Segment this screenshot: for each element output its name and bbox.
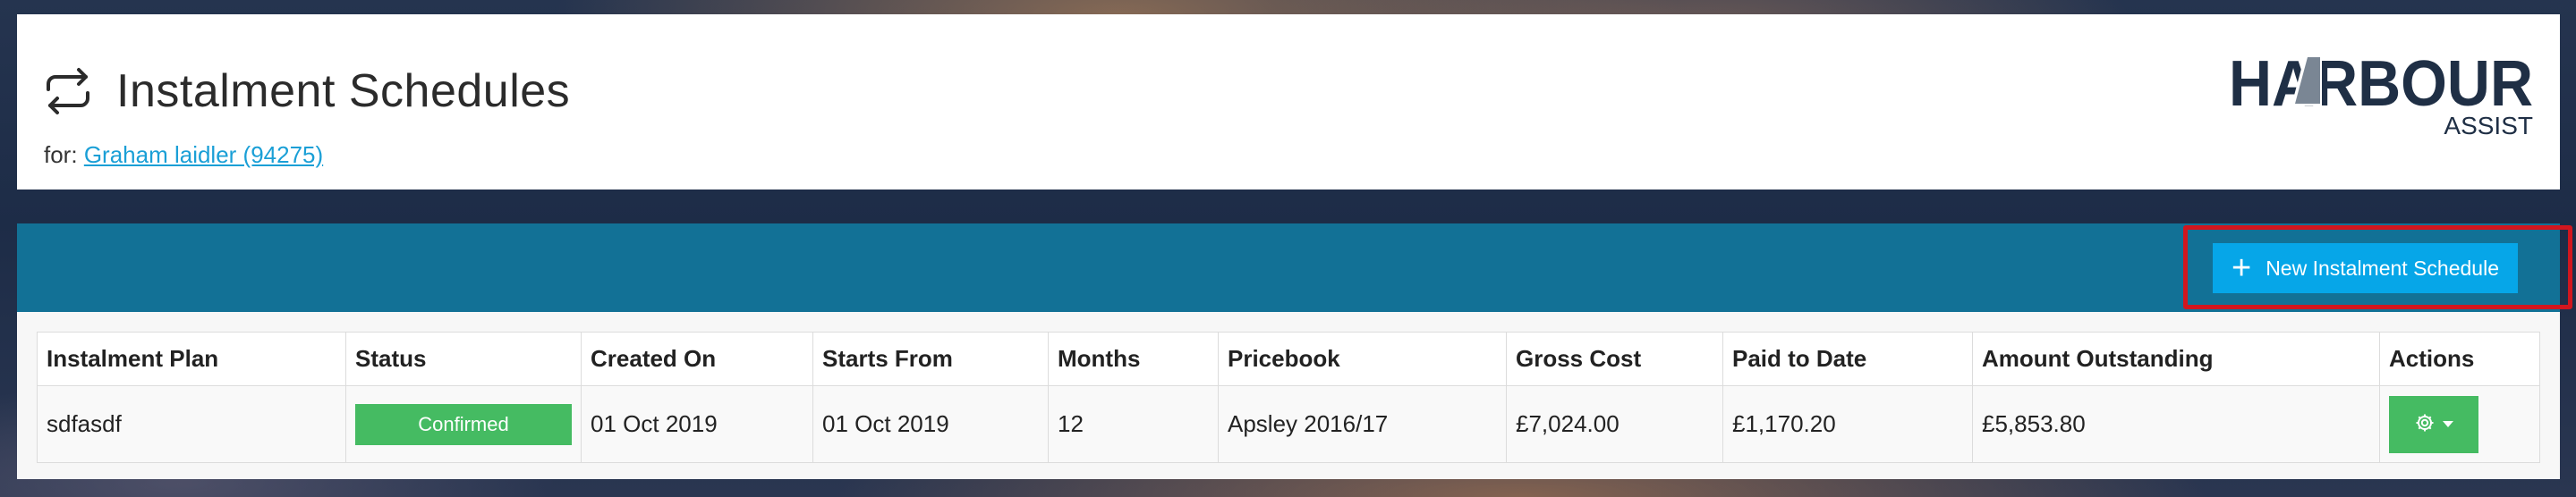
client-line: for: Graham laidler (94275) — [44, 141, 323, 169]
pricebook-cell: Apsley 2016/17 — [1218, 385, 1507, 463]
months-cell: 12 — [1048, 385, 1219, 463]
status-cell: Confirmed — [345, 385, 582, 463]
column-header[interactable]: Created On — [581, 332, 813, 386]
harbour-assist-logo: HARBOUR ASSIST — [2229, 45, 2533, 143]
status-badge: Confirmed — [355, 403, 572, 445]
refresh-cycle-icon — [41, 64, 95, 118]
column-header[interactable]: Starts From — [812, 332, 1049, 386]
chevron-down-icon — [2443, 421, 2453, 427]
new-instalment-schedule-button[interactable]: + New Instalment Schedule — [2213, 243, 2518, 293]
page-title: Instalment Schedules — [116, 65, 571, 117]
title-row: Instalment Schedules — [41, 64, 570, 118]
row-actions-button[interactable] — [2389, 395, 2478, 453]
column-header[interactable]: Amount Outstanding — [1972, 332, 2380, 386]
toolbar: + New Instalment Schedule — [17, 223, 2572, 312]
for-label: for: — [44, 141, 78, 168]
column-header[interactable]: Pricebook — [1218, 332, 1507, 386]
table-header-row: Instalment Plan Status Created On Starts… — [37, 332, 2540, 386]
column-header: Actions — [2379, 332, 2540, 386]
created-on-cell: 01 Oct 2019 — [581, 385, 813, 463]
amount-outstanding-cell: £5,853.80 — [1972, 385, 2380, 463]
logo-main-text: HARBOUR — [2229, 48, 2533, 120]
client-link[interactable]: Graham laidler (94275) — [84, 141, 323, 168]
plan-cell: sdfasdf — [37, 385, 346, 463]
column-header[interactable]: Gross Cost — [1506, 332, 1723, 386]
column-header[interactable]: Status — [345, 332, 582, 386]
table-row: sdfasdf Confirmed 01 Oct 2019 01 Oct 201… — [37, 385, 2540, 463]
plus-icon: + — [2231, 249, 2252, 287]
column-header[interactable]: Months — [1048, 332, 1219, 386]
logo-sub-text: ASSIST — [2444, 112, 2533, 139]
schedules-table: Instalment Plan Status Created On Starts… — [37, 332, 2540, 463]
schedules-panel: + New Instalment Schedule Instalment Pla… — [17, 223, 2572, 479]
new-button-label: New Instalment Schedule — [2266, 256, 2499, 280]
paid-to-date-cell: £1,170.20 — [1722, 385, 1973, 463]
gear-icon — [2414, 412, 2436, 436]
page-header: Instalment Schedules for: Graham laidler… — [17, 14, 2560, 190]
column-header[interactable]: Paid to Date — [1722, 332, 1973, 386]
gross-cost-cell: £7,024.00 — [1506, 385, 1723, 463]
starts-from-cell: 01 Oct 2019 — [812, 385, 1049, 463]
actions-cell — [2379, 385, 2540, 463]
column-header[interactable]: Instalment Plan — [37, 332, 346, 386]
